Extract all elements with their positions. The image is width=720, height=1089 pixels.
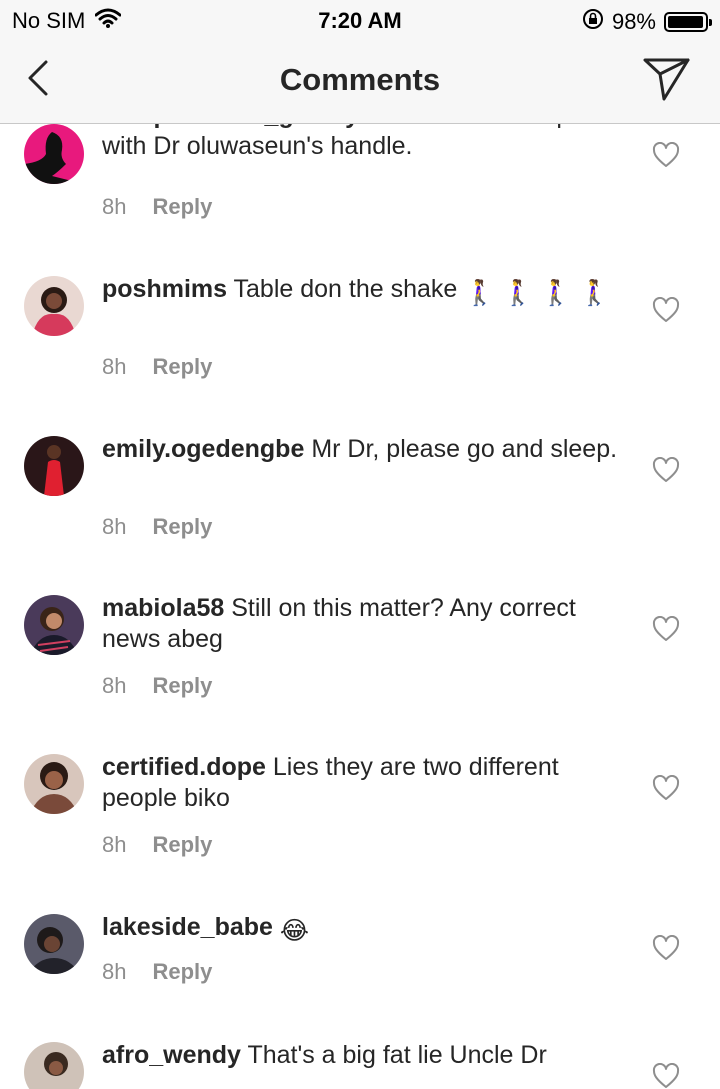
- comment-meta: 8h Reply: [102, 514, 212, 540]
- comment-username[interactable]: mabiola58: [102, 594, 224, 622]
- comment-text: lakeside_babe 😂: [102, 912, 622, 947]
- share-button[interactable]: [642, 56, 692, 102]
- comment-text: afro_wendy That's a big fat lie Uncle Dr: [102, 1040, 622, 1071]
- avatar[interactable]: [24, 914, 84, 974]
- reply-button[interactable]: Reply: [152, 194, 212, 220]
- status-right: 98%: [582, 8, 712, 36]
- comment-time: 8h: [102, 673, 127, 698]
- reply-button[interactable]: Reply: [152, 832, 212, 858]
- comment-body: can.someone help me with Dr oluwaseun's …: [102, 124, 612, 160]
- comment-time: 8h: [102, 194, 127, 219]
- comment-body: Table don the shake: [233, 275, 458, 303]
- avatar[interactable]: [24, 1042, 84, 1089]
- comment-time: 8h: [102, 832, 127, 857]
- avatar[interactable]: [24, 124, 84, 184]
- heart-icon[interactable]: [652, 297, 680, 323]
- status-bar: No SIM 7:20 AM 98%: [0, 0, 720, 40]
- comment-username[interactable]: chaqueenhair_gallery: [102, 124, 359, 129]
- comment-text: emily.ogedengbe Mr Dr, please go and sle…: [102, 434, 622, 465]
- comment-username[interactable]: afro_wendy: [102, 1041, 241, 1069]
- comment-username[interactable]: emily.ogedengbe: [102, 435, 304, 463]
- comment-body: That's a big fat lie Uncle Dr: [247, 1041, 547, 1069]
- comment-username[interactable]: certified.dope: [102, 753, 266, 781]
- nav-bar: Comments: [0, 40, 720, 124]
- orientation-lock-icon: [582, 8, 604, 36]
- heart-icon[interactable]: [652, 775, 680, 801]
- direct-send-icon: [643, 58, 690, 101]
- heart-icon[interactable]: [652, 1063, 680, 1089]
- avatar[interactable]: [24, 754, 84, 814]
- comment-list[interactable]: chaqueenhair_gallery can.someone help me…: [0, 124, 720, 1089]
- battery-tip: [709, 19, 712, 26]
- comment-text: chaqueenhair_gallery can.someone help me…: [102, 124, 622, 162]
- comment-time: 8h: [102, 959, 127, 984]
- comment-time: 8h: [102, 514, 127, 539]
- reply-button[interactable]: Reply: [152, 354, 212, 380]
- comment-text: mabiola58 Still on this matter? Any corr…: [102, 593, 622, 655]
- battery-percent: 98%: [611, 9, 656, 34]
- comment-meta: 8h Reply: [102, 832, 212, 858]
- comment-time: 8h: [102, 354, 127, 379]
- battery-fill: [668, 16, 704, 28]
- heart-icon[interactable]: [652, 457, 680, 483]
- comment-meta: 8h Reply: [102, 959, 212, 985]
- walking-woman-emoji: 🚶‍♀️ 🚶‍♀️ 🚶‍♀️ 🚶‍♀️: [464, 279, 610, 307]
- avatar[interactable]: [24, 276, 84, 336]
- comment-text: poshmims Table don the shake 🚶‍♀️ 🚶‍♀️ 🚶…: [102, 274, 622, 309]
- avatar[interactable]: [24, 436, 84, 496]
- comment-body: Mr Dr, please go and sleep.: [311, 435, 618, 463]
- comment-meta: 8h Reply: [102, 354, 212, 380]
- comment-text: certified.dope Lies they are two differe…: [102, 752, 622, 814]
- comment-username[interactable]: lakeside_babe: [102, 913, 273, 941]
- comment-meta: 8h Reply: [102, 194, 212, 220]
- heart-icon[interactable]: [652, 935, 680, 961]
- heart-icon[interactable]: [652, 142, 680, 168]
- reply-button[interactable]: Reply: [152, 514, 212, 540]
- avatar[interactable]: [24, 595, 84, 655]
- comment-username[interactable]: poshmims: [102, 275, 227, 303]
- comment-meta: 8h Reply: [102, 673, 212, 699]
- reply-button[interactable]: Reply: [152, 959, 212, 985]
- reply-button[interactable]: Reply: [152, 673, 212, 699]
- laughing-tears-emoji: 😂: [279, 917, 310, 945]
- heart-icon[interactable]: [652, 616, 680, 642]
- page-title: Comments: [279, 62, 441, 97]
- battery-icon: [664, 12, 712, 32]
